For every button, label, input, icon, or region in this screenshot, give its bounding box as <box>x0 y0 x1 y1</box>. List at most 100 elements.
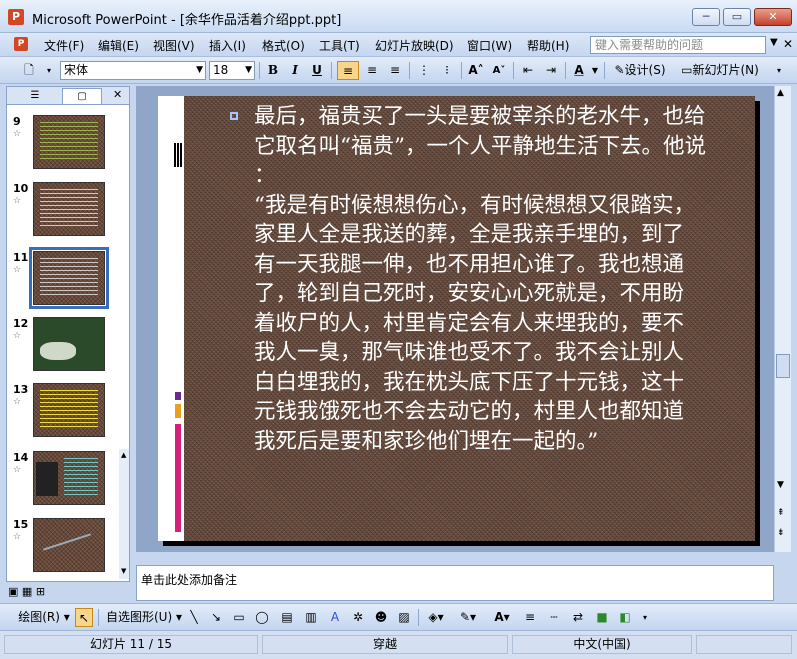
close-button[interactable]: ✕ <box>754 8 792 26</box>
slide-text-line: 元钱我饿死也不会去动它的，村里人也都知道 <box>254 399 685 424</box>
chevron-down-icon[interactable]: ▼ <box>590 61 600 80</box>
clipart-icon[interactable]: ☻ <box>372 608 390 627</box>
restore-button[interactable]: ▭ <box>723 8 751 26</box>
tab-outline[interactable]: ☰ <box>15 88 55 104</box>
scroll-down-icon[interactable]: ▼ <box>777 480 784 490</box>
menu-tools[interactable]: 工具(T) <box>319 37 360 54</box>
arrow-icon[interactable]: ↘ <box>208 608 224 627</box>
scroll-down-icon[interactable]: ▼ <box>121 567 126 575</box>
diagram-icon[interactable]: ✲ <box>349 608 367 627</box>
slideshow-icon[interactable]: ⊞ <box>36 585 45 598</box>
close-icon[interactable]: ✕ <box>783 37 793 51</box>
3d-style-icon[interactable]: ◧ <box>616 608 634 627</box>
font-size-select[interactable]: 18 ▼ <box>209 61 255 80</box>
panel-scrollbar[interactable]: ▲ ▼ <box>119 449 129 579</box>
animation-star-icon: ☆ <box>13 196 22 206</box>
chevron-down-icon[interactable]: ▼ <box>770 37 778 48</box>
slide-position-status: 幻灯片 11 / 15 <box>4 635 258 654</box>
menu-help[interactable]: 帮助(H) <box>527 37 569 54</box>
minimize-button[interactable]: ─ <box>692 8 720 26</box>
current-slide[interactable]: 最后，福贵买了一头是要被宰杀的老水牛，也给 它取名叫“福贵”，一个人平静地生活下… <box>158 96 755 541</box>
increase-font-icon[interactable]: A˄ <box>466 61 486 80</box>
slide-thumbnail[interactable] <box>33 317 105 371</box>
scroll-up-icon[interactable]: ▲ <box>121 451 126 459</box>
design-icon: ✎ <box>614 63 625 77</box>
font-color-icon[interactable]: A <box>570 61 588 80</box>
tab-slides[interactable]: ▢ <box>62 88 102 104</box>
normal-view-icon[interactable]: ▣ <box>8 585 18 598</box>
line-style-icon[interactable]: ≡ <box>521 608 539 627</box>
slide-thumbnail[interactable] <box>33 115 105 169</box>
slide-thumbnail[interactable] <box>33 383 105 437</box>
menu-slideshow[interactable]: 幻灯片放映(D) <box>375 37 454 54</box>
shadow-style-icon[interactable]: ■ <box>593 608 611 627</box>
menu-file[interactable]: 文件(F) <box>44 37 84 54</box>
slide-editor[interactable]: 最后，福贵买了一头是要被宰杀的老水牛，也给 它取名叫“福贵”，一个人平静地生活下… <box>136 86 774 552</box>
line-color-icon[interactable]: ✎▾ <box>454 608 482 627</box>
new-slide-button[interactable]: ▭新幻灯片(N) <box>675 61 765 80</box>
slide-thumbnail-selected[interactable] <box>29 247 109 309</box>
slide-sorter-icon[interactable]: ▦ <box>22 585 32 598</box>
toolbar-options-icon[interactable]: ▾ <box>772 61 786 80</box>
draw-menu-button[interactable]: 绘图(R) ▾ <box>16 608 72 627</box>
scroll-up-icon[interactable]: ▲ <box>777 88 784 98</box>
decorative-lines <box>174 143 182 167</box>
menu-bar: P 文件(F) 编辑(E) 视图(V) 插入(I) 格式(O) 工具(T) 幻灯… <box>0 33 797 57</box>
bullets-icon[interactable]: ⁝ <box>437 61 457 80</box>
decrease-indent-icon[interactable]: ⇤ <box>518 61 538 80</box>
design-button[interactable]: ✎设计(S) <box>609 61 671 80</box>
line-icon[interactable]: ╲ <box>186 608 202 627</box>
textbox-icon[interactable]: ▤ <box>278 608 296 627</box>
new-slide-icon: ▭ <box>681 63 693 77</box>
view-buttons: ▣ ▦ ⊞ <box>8 585 45 598</box>
vertical-textbox-icon[interactable]: ▥ <box>302 608 320 627</box>
increase-indent-icon[interactable]: ⇥ <box>541 61 561 80</box>
fill-color-icon[interactable]: ◈▾ <box>422 608 450 627</box>
numbering-icon[interactable]: ⋮ <box>414 61 434 80</box>
align-left-button[interactable]: ≡ <box>337 61 359 80</box>
oval-icon[interactable]: ◯ <box>253 608 271 627</box>
slide-thumbnail[interactable] <box>33 518 105 572</box>
toolbar-options-icon[interactable]: ▾ <box>640 608 650 627</box>
status-empty-cell <box>696 635 792 654</box>
autoshapes-button[interactable]: 自选图形(U) ▾ <box>104 608 184 627</box>
rectangle-icon[interactable]: ▭ <box>230 608 248 627</box>
decrease-font-icon[interactable]: A˅ <box>489 61 509 80</box>
font-name-select[interactable]: 宋体 ▼ <box>60 61 206 80</box>
menu-view[interactable]: 视图(V) <box>153 37 195 54</box>
menu-format[interactable]: 格式(O) <box>262 37 305 54</box>
select-pointer-icon[interactable]: ↖ <box>75 608 93 627</box>
menu-edit[interactable]: 编辑(E) <box>98 37 139 54</box>
new-document-icon[interactable]: 🗋 <box>20 61 38 80</box>
separator <box>259 62 260 79</box>
align-right-button[interactable]: ≡ <box>385 61 405 80</box>
previous-slide-icon[interactable]: ⇞ <box>777 508 785 518</box>
document-icon[interactable]: P <box>14 37 28 51</box>
notes-pane[interactable]: 单击此处添加备注 <box>136 565 774 601</box>
picture-icon[interactable]: ▨ <box>395 608 413 627</box>
slide-text-line: 家里人全是我送的葬，全是我亲手埋的，到了 <box>254 222 685 247</box>
wordart-icon[interactable]: A <box>326 608 344 627</box>
close-icon[interactable]: ✕ <box>113 88 122 101</box>
slide-number: 11 <box>13 251 29 264</box>
menu-window[interactable]: 窗口(W) <box>467 37 512 54</box>
powerpoint-app-icon[interactable]: P <box>8 9 24 25</box>
font-color-icon[interactable]: A▾ <box>488 608 516 627</box>
toolbar-options-icon[interactable]: ▾ <box>44 61 54 80</box>
scroll-thumb[interactable] <box>776 354 790 378</box>
help-search-input[interactable]: 键入需要帮助的问题 <box>590 36 766 54</box>
bold-button[interactable]: B <box>264 61 282 80</box>
align-center-button[interactable]: ≡ <box>362 61 382 80</box>
chevron-down-icon: ▼ <box>245 65 252 75</box>
slide-thumbnail[interactable] <box>33 182 105 236</box>
arrow-style-icon[interactable]: ⇄ <box>569 608 587 627</box>
dash-style-icon[interactable]: ┄ <box>545 608 563 627</box>
animation-star-icon: ☆ <box>13 265 22 275</box>
underline-button[interactable]: U <box>308 61 326 80</box>
main-scrollbar[interactable]: ▲ ▼ ⇞ ⇟ <box>774 86 791 552</box>
separator <box>461 62 462 79</box>
italic-button[interactable]: I <box>286 61 304 80</box>
slide-thumbnail[interactable] <box>33 451 105 505</box>
next-slide-icon[interactable]: ⇟ <box>777 528 785 538</box>
menu-insert[interactable]: 插入(I) <box>209 37 246 54</box>
